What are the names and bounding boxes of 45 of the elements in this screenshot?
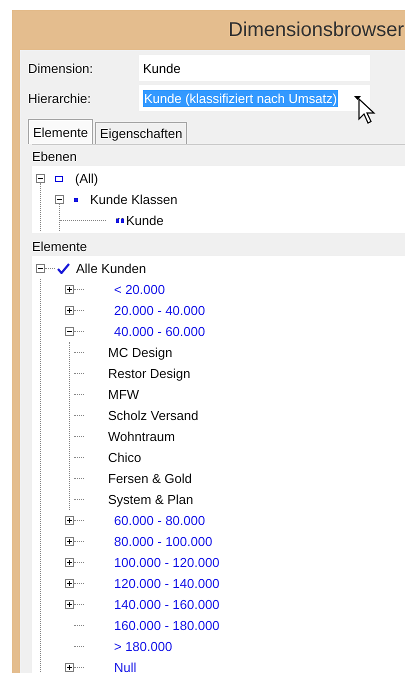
tree-item[interactable]: Scholz Versand [108,408,198,423]
tree-item[interactable]: Chico [108,450,142,465]
tree-toggle-icon[interactable] [65,663,74,672]
tree-item[interactable]: 60.000 - 80.000 [114,513,206,528]
level-label[interactable]: Kunde Klassen [90,192,178,207]
mouse-cursor-icon [358,98,376,124]
tree-toggle-icon[interactable] [65,579,74,588]
field-label: Dimension: [28,60,94,76]
tree-item[interactable]: MFW [108,387,140,402]
collapse-toggle-icon[interactable] [36,174,45,183]
tree-item[interactable]: > 180.000 [114,639,172,654]
tree-item[interactable]: 80.000 - 100.000 [114,534,212,549]
tree-toggle-icon[interactable] [65,558,74,567]
tab[interactable]: Eigenschaften [94,122,188,144]
tree-item[interactable]: MC Design [108,345,172,360]
tree-item[interactable]: 100.000 - 120.000 [114,555,220,570]
level-label[interactable]: Kunde [126,213,164,228]
tree-toggle-icon[interactable] [65,306,74,315]
tree-item[interactable]: Alle Kunden [76,261,146,276]
tab[interactable]: Elemente [28,119,93,144]
caret-icon [354,96,362,100]
tree-item[interactable]: Fersen & Gold [108,471,192,486]
tree-toggle-icon[interactable] [36,264,45,273]
group-label: Elemente [32,239,88,254]
tree-toggle-icon[interactable] [65,600,74,609]
dimension-field[interactable]: Kunde [139,55,370,81]
tree-toggle-icon[interactable] [65,516,74,525]
tree-item[interactable]: 20.000 - 40.000 [114,303,206,318]
collapse-toggle-icon[interactable] [55,195,64,204]
tree-toggle-icon[interactable] [65,327,74,336]
window-title: Dimensionsbrowser [228,18,404,42]
tree-item[interactable]: Wohntraum [108,429,175,444]
tree-item[interactable]: Restor Design [108,366,190,381]
tree-item[interactable]: Null [114,660,136,673]
level-label[interactable]: (All) [75,171,98,186]
tree-item[interactable]: 120.000 - 140.000 [114,576,220,591]
group-label: Ebenen [32,149,78,164]
tree-toggle-icon[interactable] [65,537,74,546]
tree-item[interactable]: 140.000 - 160.000 [114,597,220,612]
tree-item[interactable]: 160.000 - 180.000 [114,618,220,633]
field-label: Hierarchie: [28,90,92,106]
tree-item[interactable]: System & Plan [108,492,194,507]
tree-toggle-icon[interactable] [65,285,74,294]
tree-item[interactable]: < 20.000 [114,282,165,297]
tree-item[interactable]: 40.000 - 60.000 [114,324,206,339]
